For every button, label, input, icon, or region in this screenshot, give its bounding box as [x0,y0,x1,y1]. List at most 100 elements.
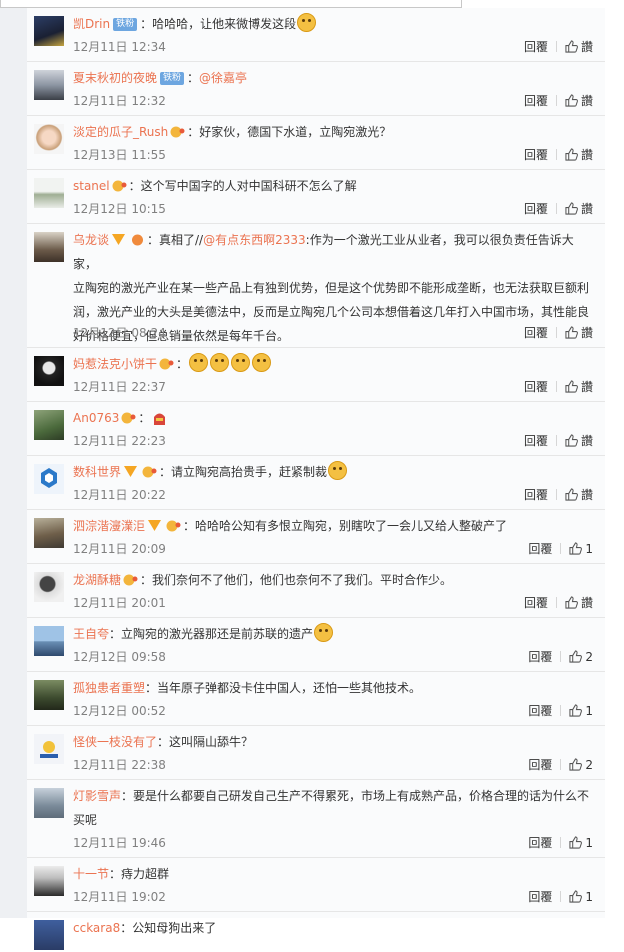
like-button[interactable]: 讚 [565,38,593,55]
thumbs-up-icon [569,758,583,771]
username[interactable]: 妈惹法克小饼干 [73,357,157,371]
like-button[interactable]: 1 [569,704,593,718]
like-button[interactable]: 2 [569,650,593,664]
like-button[interactable]: 讚 [565,324,593,341]
like-button[interactable]: 1 [569,836,593,850]
fan-badge: 铁粉 [113,18,138,31]
avatar[interactable] [34,920,64,950]
avatar[interactable] [34,410,64,440]
top-input-edge [0,0,624,8]
reply-button[interactable]: 回覆 [528,834,552,851]
avatar[interactable] [34,464,64,494]
avatar[interactable] [34,356,64,386]
reply-button[interactable]: 回覆 [528,888,552,905]
like-button[interactable]: 讚 [565,594,593,611]
like-count: 1 [585,889,593,904]
reply-button[interactable]: 回覆 [528,648,552,665]
avatar[interactable] [34,680,64,710]
reply-button[interactable]: 回覆 [528,702,552,719]
reply-button[interactable]: 回覆 [524,378,548,395]
avatar[interactable] [34,734,64,764]
username[interactable]: 灯影雪声 [73,789,121,803]
comment-line: 润，激光产业的大头是美德法中，反而是立陶宛几个公司本想借着这几年打入中国市场，其… [73,305,590,319]
comment-text: ：哈哈哈公知有多恨立陶宛，别瞎吹了一会儿又给人整破产了 [183,519,508,533]
reply-button[interactable]: 回覆 [524,92,548,109]
divider [560,759,562,770]
reply-button[interactable]: 回覆 [524,594,548,611]
username[interactable]: 王自夸 [73,627,109,641]
comment-item: 泗淙湝濅澲洰 ：哈哈哈公知有多恨立陶宛，别瞎吹了一会儿又给人整破产了 12月11日… [27,510,605,564]
username[interactable]: 凯Drin [73,17,110,31]
comment-item: An0763 ： 12月11日 22:23 回覆 讚 [27,402,605,456]
like-button[interactable]: 2 [569,758,593,772]
avatar[interactable] [34,626,64,656]
comment-time: 12月11日 20:22 [73,488,166,502]
mention-link[interactable]: @徐嘉亭 [199,71,247,85]
avatar[interactable] [34,178,64,208]
reply-button[interactable]: 回覆 [524,146,548,163]
like-button[interactable]: 讚 [565,378,593,395]
username[interactable]: 龙湖酥糖 [73,573,121,587]
thumbs-up-icon [565,148,578,161]
username[interactable]: 数科世界 [73,465,121,479]
thumbs-up-icon [569,704,583,717]
like-label: 讚 [580,94,593,108]
comment-item: 乌龙谈 ：真相了//@有点东西啊2333:作为一个激光工业从业者，我可以很负责任告… [27,224,605,348]
medal-icon [132,234,144,246]
username[interactable]: stanel [73,179,110,193]
avatar[interactable] [34,232,64,262]
page-left-edge [0,0,27,918]
reply-button[interactable]: 回覆 [524,432,548,449]
reply-button[interactable]: 回覆 [524,324,548,341]
comment-item: 妈惹法克小饼干 ： 12月11日 22:37 回覆 讚 [27,348,605,402]
comment-text: ： [138,411,151,425]
divider [555,95,557,106]
like-button[interactable]: 1 [569,890,593,904]
like-button[interactable]: 讚 [565,146,593,163]
like-button[interactable]: 讚 [565,200,593,217]
divider [555,149,557,160]
username[interactable]: 泗淙湝濅澲洰 [73,519,145,533]
reply-button[interactable]: 回覆 [528,756,552,773]
mention-link[interactable]: @有点东西啊2333 [203,233,306,247]
divider [555,489,557,500]
username[interactable]: 十一节 [73,867,109,881]
username[interactable]: 淡定的瓜子_Rush [73,125,168,139]
avatar[interactable] [34,124,64,154]
username[interactable]: 乌龙谈 [73,233,109,247]
comment-text: ：公知母狗出来了 [120,921,217,935]
avatar[interactable] [34,518,64,548]
like-button[interactable]: 讚 [565,92,593,109]
reply-button[interactable]: 回覆 [524,38,548,55]
avatar[interactable] [34,572,64,602]
comment-time: 12月11日 12:32 [73,94,166,108]
avatar[interactable] [34,866,64,896]
username[interactable]: 怪侠一枝没有了 [73,735,157,749]
username[interactable]: cckara8 [73,921,120,935]
avatar[interactable] [34,16,64,46]
comment-item: 数科世界 ：请立陶宛高抬贵手，赶紧制裁 12月11日 20:22 回覆 讚 [27,456,605,510]
divider [560,837,562,848]
reply-button[interactable]: 回覆 [528,540,552,557]
verified-v-icon [124,466,138,477]
emoji-icon [328,461,348,480]
vip-icon [123,574,138,586]
avatar[interactable] [34,788,64,818]
comment-item: 十一节：痔力超群 12月11日 19:02 回覆 1 [27,858,605,912]
avatar[interactable] [34,70,64,100]
comment-text: ：好家伙，德国下水道，立陶宛激光？ [187,125,392,139]
divider [555,203,557,214]
thumbs-up-icon [565,380,578,393]
username[interactable]: 孤独患者重塑 [73,681,145,695]
username[interactable]: An0763 [73,411,119,425]
reply-button[interactable]: 回覆 [524,486,548,503]
divider [560,705,562,716]
username[interactable]: 夏末秋初的夜晚 [73,71,157,85]
comment-text: ：立陶宛的激光器那还是前苏联的遗产 [109,627,314,641]
like-count: 1 [585,703,593,718]
like-button[interactable]: 讚 [565,486,593,503]
like-button[interactable]: 1 [569,542,593,556]
like-button[interactable]: 讚 [565,432,593,449]
reply-button[interactable]: 回覆 [524,200,548,217]
divider [555,381,557,392]
